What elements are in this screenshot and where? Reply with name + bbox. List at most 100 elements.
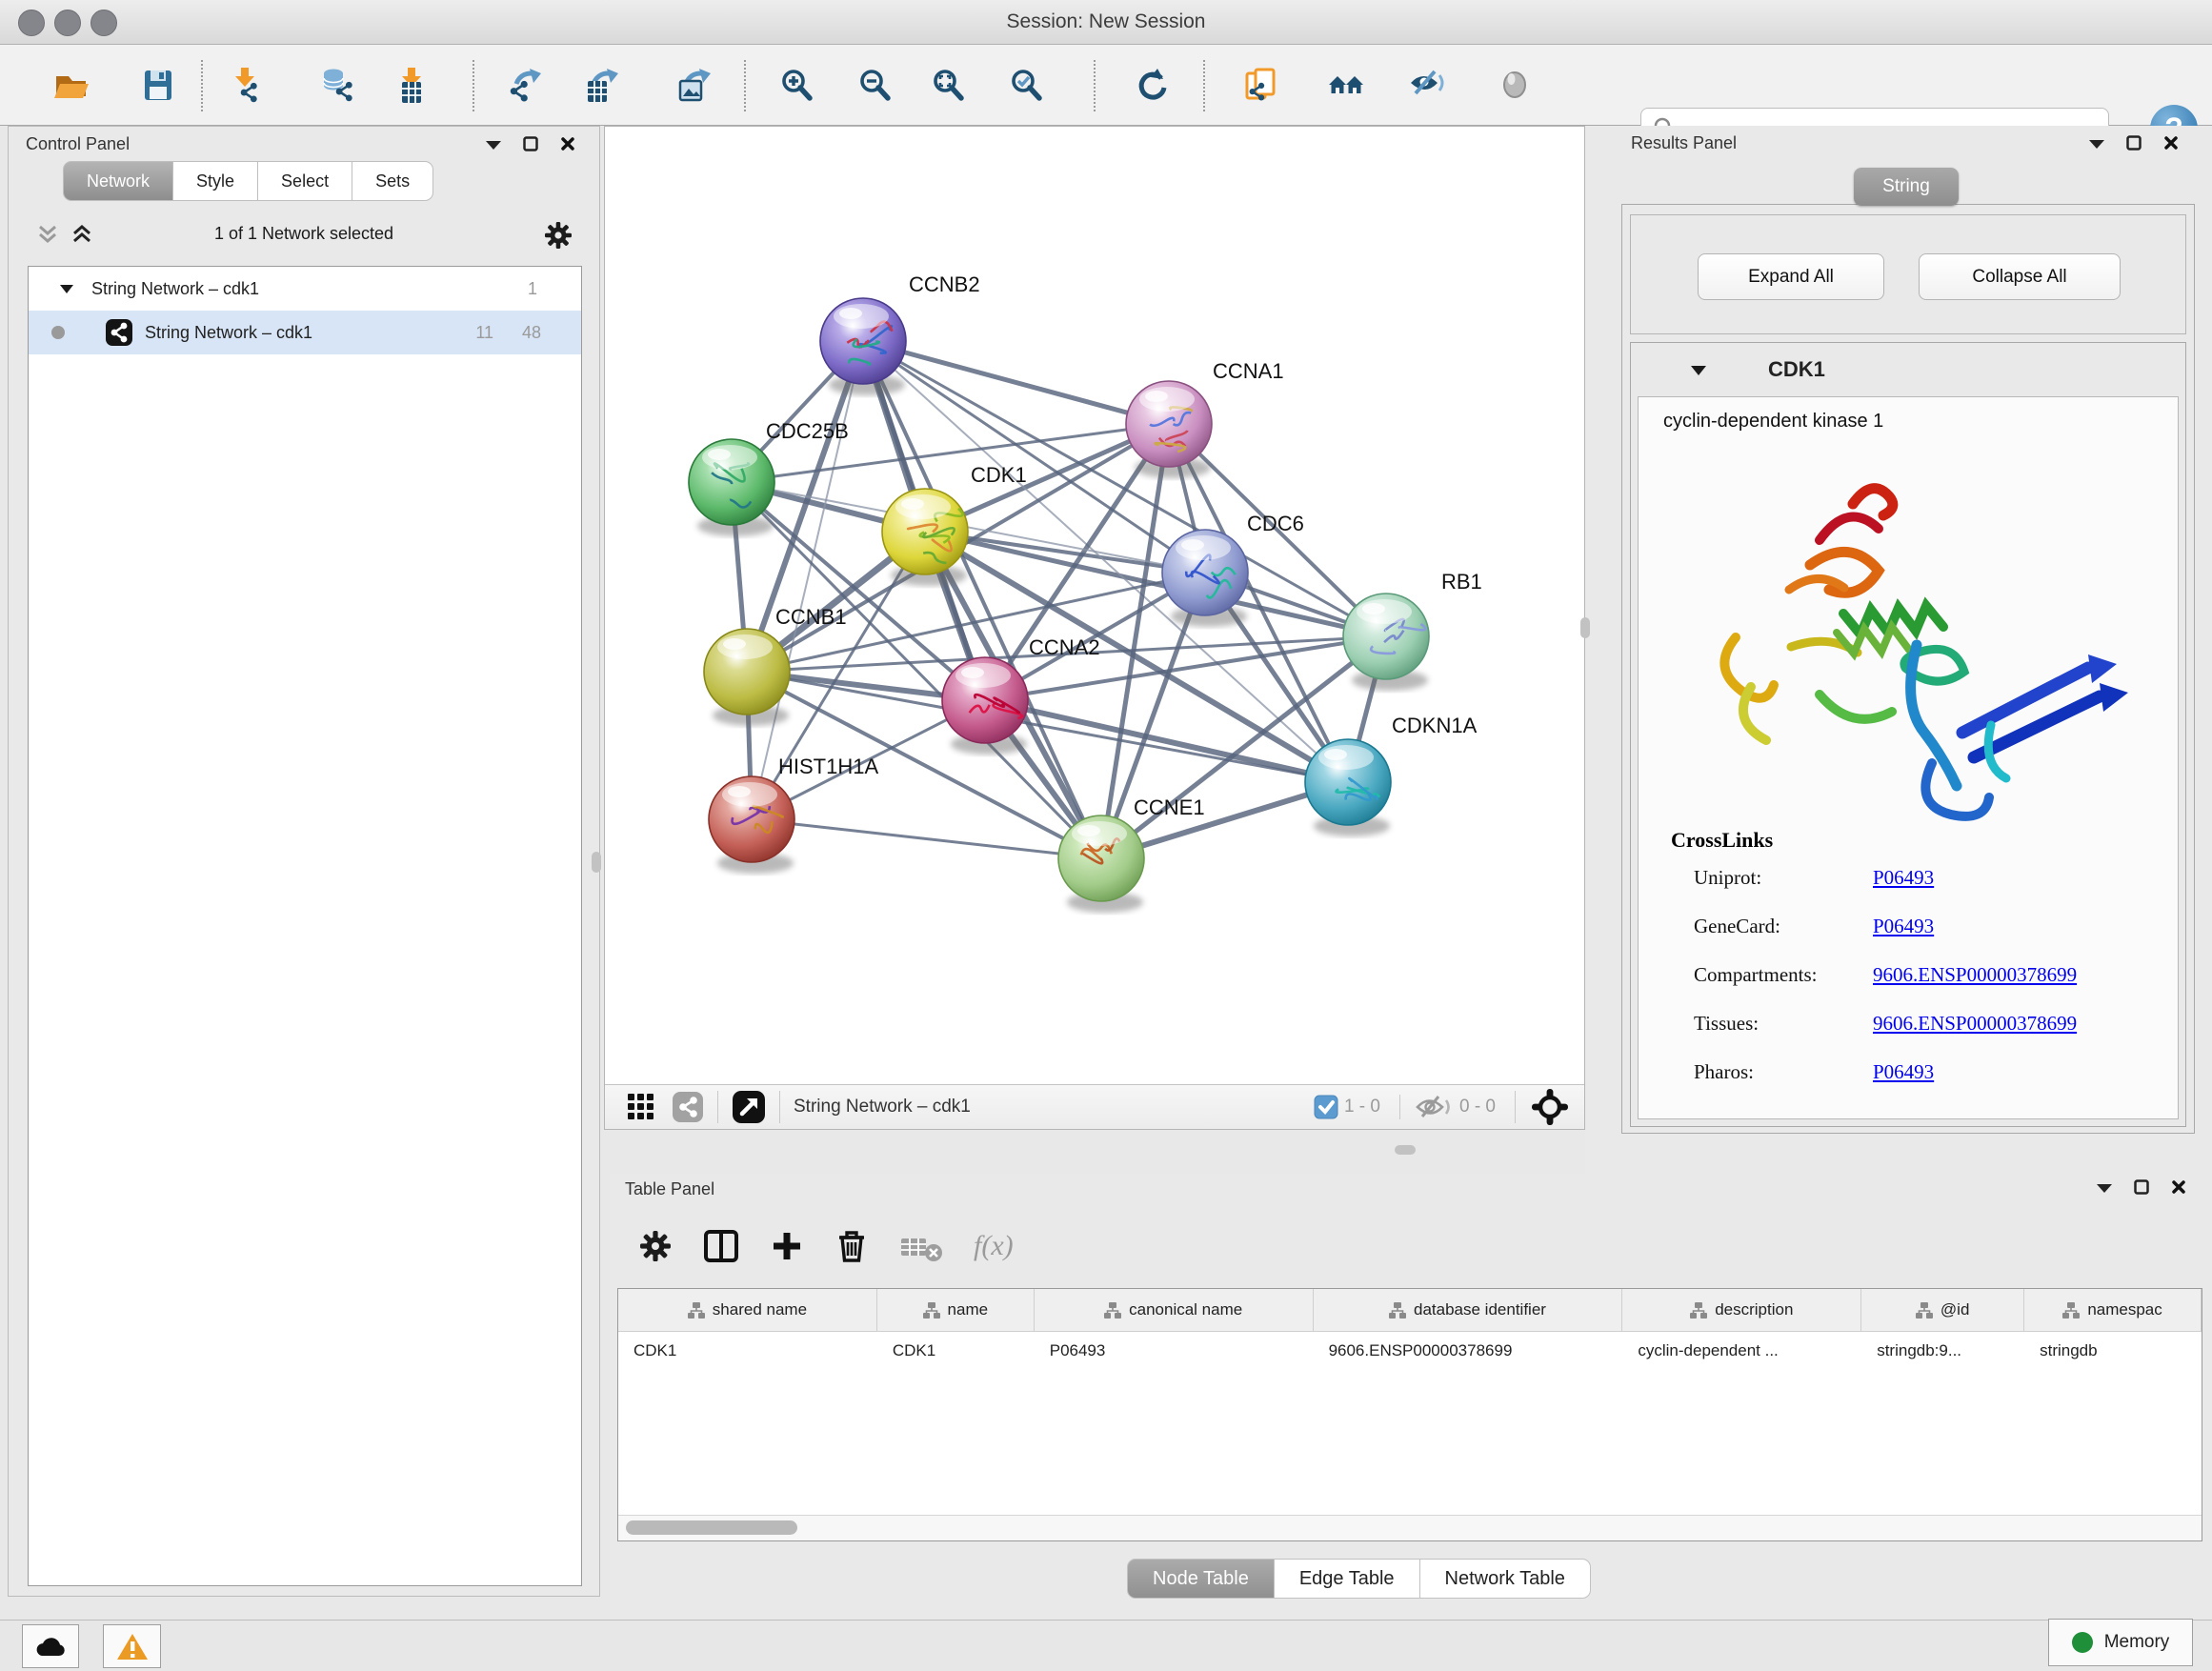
refresh-button[interactable] [1123, 58, 1178, 113]
cell-database-identifier[interactable]: 9606.ENSP00000378699 [1314, 1331, 1623, 1371]
column-header-namespac[interactable]: namespac [2024, 1289, 2202, 1331]
import-network-database-button[interactable] [311, 58, 366, 113]
zoom-out-button[interactable] [848, 58, 903, 113]
tab-network-table[interactable]: Network Table [1419, 1559, 1591, 1599]
tab-sets[interactable]: Sets [352, 161, 433, 201]
panel-float-icon[interactable] [523, 136, 539, 152]
open-string-web-button[interactable] [1235, 58, 1290, 113]
network-view[interactable]: CCNB2CCNA1CDC25BCDK1CDC6RB1CCNB1CCNA2CDK… [604, 126, 1585, 1130]
column-header-database-identifier[interactable]: database identifier [1314, 1289, 1623, 1331]
export-image-button[interactable] [668, 58, 723, 113]
zoom-in-button[interactable] [770, 58, 825, 113]
network-options-gear-icon[interactable] [542, 219, 574, 252]
export-network-icon [507, 67, 545, 105]
glass-eye-button[interactable] [1488, 58, 1543, 113]
edge-CCNB2-CCNE1[interactable] [863, 341, 1101, 858]
splitter-handle[interactable] [592, 852, 601, 873]
crosslink-row: GeneCard:P06493 [1694, 915, 2159, 963]
zoom-selected-button[interactable] [999, 58, 1055, 113]
panel-close-icon[interactable] [2163, 135, 2180, 151]
column-header-description[interactable]: description [1622, 1289, 1861, 1331]
panel-close-icon[interactable] [560, 136, 576, 152]
crosslink-link[interactable]: 9606.ENSP00000378699 [1873, 963, 2077, 1012]
cloud-status-button[interactable] [22, 1624, 79, 1668]
hide-glass-eye-button[interactable] [1399, 58, 1455, 113]
export-table-button[interactable] [575, 58, 631, 113]
export-network-button[interactable] [498, 58, 553, 113]
expand-all-button[interactable]: Expand All [1698, 253, 1884, 300]
network-view-title: String Network – cdk1 [794, 1097, 971, 1117]
network-row[interactable]: String Network – cdk1 11 48 [29, 311, 581, 354]
scrollbar-thumb[interactable] [626, 1520, 797, 1535]
splitter-handle[interactable] [1395, 1145, 1416, 1155]
import-table-button[interactable] [385, 58, 440, 113]
edge-HIST1H1A-CCNE1[interactable] [752, 819, 1101, 858]
open-session-button[interactable] [43, 58, 98, 113]
cell-canonical-name[interactable]: P06493 [1035, 1331, 1314, 1371]
collapse-all-button[interactable]: Collapse All [1919, 253, 2121, 300]
tab-string[interactable]: String [1854, 168, 1959, 206]
node-CDK1[interactable]: CDK1 [882, 463, 1027, 586]
cell-description[interactable]: cyclin-dependent ... [1622, 1331, 1861, 1371]
splitter-handle[interactable] [1580, 617, 1590, 638]
cell-namespac[interactable]: stringdb [2024, 1331, 2202, 1371]
node-CDC6[interactable]: CDC6 [1162, 512, 1304, 627]
panel-menu-icon[interactable] [2088, 138, 2105, 150]
selected-checkbox-icon[interactable] [1314, 1095, 1338, 1119]
column-header-@id[interactable]: @id [1861, 1289, 2024, 1331]
tab-edge-table[interactable]: Edge Table [1274, 1559, 1420, 1599]
panel-close-icon[interactable] [2171, 1179, 2187, 1196]
crosslink-label: Uniprot: [1694, 866, 1873, 915]
delete-column-icon[interactable] [833, 1227, 871, 1265]
glass-eye-icon [1497, 67, 1535, 105]
panel-menu-icon[interactable] [485, 139, 502, 151]
current-network-dot [51, 326, 65, 339]
column-header-name[interactable]: name [877, 1289, 1035, 1331]
section-collapse-icon[interactable] [1690, 364, 1707, 376]
string-home-icon [1328, 67, 1366, 105]
tree-expand-icon[interactable] [59, 283, 74, 294]
column-header-shared-name[interactable]: shared name [618, 1289, 877, 1331]
gene-section-header[interactable]: CDK1 [1631, 343, 2185, 396]
network-canvas[interactable]: CCNB2CCNA1CDC25BCDK1CDC6RB1CCNB1CCNA2CDK… [605, 127, 1584, 1085]
node-RB1[interactable]: RB1 [1343, 570, 1482, 691]
import-network-button[interactable] [219, 58, 274, 113]
table-settings-gear-icon[interactable] [636, 1227, 674, 1265]
panel-float-icon[interactable] [2134, 1179, 2150, 1196]
detach-view-icon[interactable] [732, 1090, 766, 1124]
horizontal-scrollbar[interactable] [618, 1515, 2202, 1540]
toolbar-separator [744, 60, 746, 111]
tab-select[interactable]: Select [257, 161, 352, 201]
network-collection-row[interactable]: String Network – cdk1 1 [29, 267, 581, 311]
zoom-fit-button[interactable] [921, 58, 976, 113]
grid-view-icon[interactable] [626, 1092, 656, 1122]
cell-shared-name[interactable]: CDK1 [618, 1331, 877, 1371]
node-CDKN1A[interactable]: CDKN1A [1305, 714, 1478, 836]
crosslink-link[interactable]: P06493 [1873, 915, 1934, 963]
birdseye-view-icon[interactable] [1529, 1086, 1571, 1128]
add-column-icon[interactable] [768, 1227, 806, 1265]
tab-node-table[interactable]: Node Table [1127, 1559, 1275, 1599]
import-table-icon [393, 67, 432, 105]
save-session-button[interactable] [131, 58, 186, 113]
warning-status-button[interactable] [103, 1624, 161, 1668]
show-columns-icon[interactable] [701, 1227, 741, 1265]
column-header-canonical-name[interactable]: canonical name [1035, 1289, 1314, 1331]
table-row[interactable]: CDK1CDK1P064939606.ENSP00000378699cyclin… [618, 1331, 2202, 1371]
gene-name: CDK1 [1768, 357, 1825, 382]
memory-button[interactable]: Memory [2048, 1619, 2193, 1666]
cell-name[interactable]: CDK1 [877, 1331, 1035, 1371]
share-view-icon[interactable] [672, 1091, 704, 1123]
panel-float-icon[interactable] [2126, 135, 2142, 151]
node-CCNB1[interactable]: CCNB1 [704, 605, 847, 726]
tab-network[interactable]: Network [63, 161, 173, 201]
crosslink-link[interactable]: P06493 [1873, 866, 1934, 915]
crosslink-link[interactable]: 9606.ENSP00000378699 [1873, 1012, 2077, 1060]
node-CCNB2[interactable]: CCNB2 [820, 272, 980, 395]
panel-menu-icon[interactable] [2096, 1182, 2113, 1194]
string-home-button[interactable] [1319, 58, 1375, 113]
cell-@id[interactable]: stringdb:9... [1861, 1331, 2024, 1371]
node-HIST1H1A[interactable]: HIST1H1A [709, 755, 878, 874]
tab-style[interactable]: Style [172, 161, 258, 201]
crosslink-link[interactable]: P06493 [1873, 1060, 1934, 1109]
